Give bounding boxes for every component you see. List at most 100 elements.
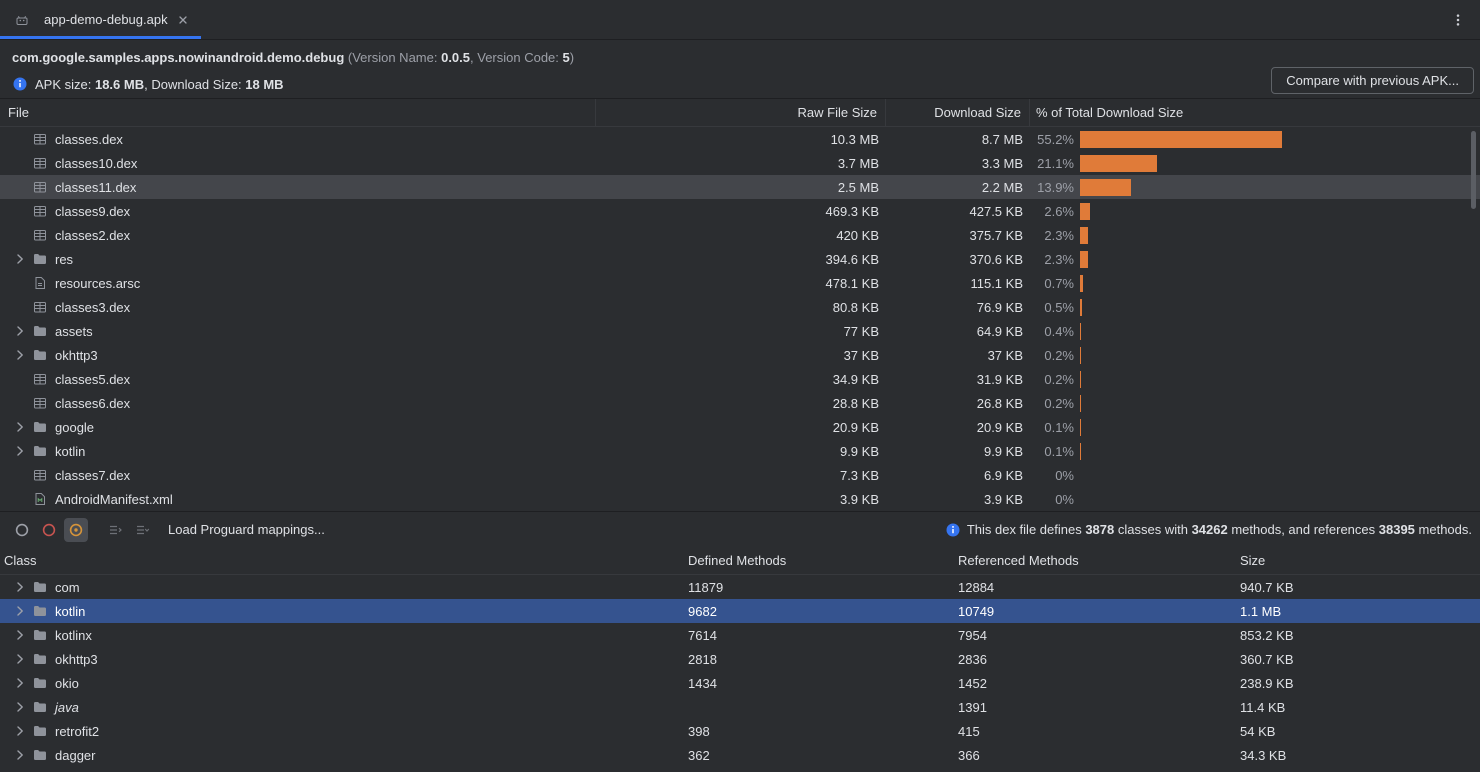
- download-size: 427.5 KB: [886, 204, 1030, 219]
- raw-file-size: 9.9 KB: [596, 444, 886, 459]
- file-table-row[interactable]: classes5.dex34.9 KB31.9 KB0.2%: [0, 367, 1480, 391]
- package-line: com.google.samples.apps.nowinandroid.dem…: [8, 43, 1472, 71]
- column-header-file[interactable]: File: [0, 99, 596, 126]
- file-table-row[interactable]: AndroidManifest.xml3.9 KB3.9 KB0%: [0, 487, 1480, 511]
- expand-all-icon[interactable]: [103, 518, 127, 542]
- download-percent: 55.2%: [1030, 132, 1080, 147]
- dex-icon: [32, 155, 48, 171]
- dex-icon: [32, 395, 48, 411]
- class-table-row[interactable]: okhttp328182836360.7 KB: [0, 647, 1480, 671]
- class-cell: okhttp3: [0, 647, 683, 671]
- file-name: assets: [55, 324, 93, 339]
- chevron-right-icon[interactable]: [12, 603, 32, 619]
- show-references-icon[interactable]: [64, 518, 88, 542]
- file-table-row[interactable]: kotlin9.9 KB9.9 KB0.1%: [0, 439, 1480, 463]
- class-table-row[interactable]: com1187912884940.7 KB: [0, 575, 1480, 599]
- class-table-row[interactable]: java139111.4 KB: [0, 695, 1480, 719]
- chevron-right-icon[interactable]: [12, 675, 32, 691]
- chevron-right-icon[interactable]: [12, 747, 32, 763]
- more-options-icon[interactable]: [1436, 0, 1480, 39]
- file-table-row[interactable]: classes6.dex28.8 KB26.8 KB0.2%: [0, 391, 1480, 415]
- column-header-referenced-methods[interactable]: Referenced Methods: [953, 553, 1235, 568]
- collapse-all-icon[interactable]: [130, 518, 154, 542]
- chevron-right-icon[interactable]: [12, 627, 32, 643]
- referenced-methods: 10749: [953, 604, 1235, 619]
- class-table-header: Class Defined Methods Referenced Methods…: [0, 547, 1480, 575]
- load-proguard-mappings-button[interactable]: Load Proguard mappings...: [168, 522, 325, 537]
- file-table-row[interactable]: assets77 KB64.9 KB0.4%: [0, 319, 1480, 343]
- class-cell: kotlinx: [0, 623, 683, 647]
- file-name: classes7.dex: [55, 468, 130, 483]
- raw-file-size: 20.9 KB: [596, 420, 886, 435]
- package-icon: [32, 579, 48, 595]
- column-header-percent[interactable]: % of Total Download Size: [1030, 99, 1480, 126]
- class-size: 940.7 KB: [1235, 580, 1480, 595]
- class-table-row[interactable]: retrofit239841554 KB: [0, 719, 1480, 743]
- class-table-row[interactable]: kotlinx76147954853.2 KB: [0, 623, 1480, 647]
- column-header-size[interactable]: Size: [1235, 553, 1480, 568]
- file-table-row[interactable]: classes7.dex7.3 KB6.9 KB0%: [0, 463, 1480, 487]
- file-table-row[interactable]: res394.6 KB370.6 KB2.3%: [0, 247, 1480, 271]
- download-percent: 0%: [1030, 468, 1080, 483]
- chevron-right-icon[interactable]: [12, 323, 32, 339]
- compare-apk-button[interactable]: Compare with previous APK...: [1271, 67, 1474, 94]
- raw-file-size: 478.1 KB: [596, 276, 886, 291]
- chevron-right-icon[interactable]: [12, 651, 32, 667]
- class-size: 54 KB: [1235, 724, 1480, 739]
- download-percent: 0%: [1030, 492, 1080, 507]
- file-table-row[interactable]: classes9.dex469.3 KB427.5 KB2.6%: [0, 199, 1480, 223]
- file-table-row[interactable]: classes2.dex420 KB375.7 KB2.3%: [0, 223, 1480, 247]
- file-table-row[interactable]: classes11.dex2.5 MB2.2 MB13.9%: [0, 175, 1480, 199]
- download-percent-bar: [1080, 343, 1480, 367]
- raw-file-size: 469.3 KB: [596, 204, 886, 219]
- file-table-row[interactable]: classes3.dex80.8 KB76.9 KB0.5%: [0, 295, 1480, 319]
- class-table-row[interactable]: dagger36236634.3 KB: [0, 743, 1480, 767]
- file-cell: classes11.dex: [0, 175, 596, 199]
- indent-spacer: [12, 131, 32, 147]
- download-size: 31.9 KB: [886, 372, 1030, 387]
- tab-close-icon[interactable]: [177, 14, 189, 26]
- class-name: okio: [55, 676, 79, 691]
- column-header-defined-methods[interactable]: Defined Methods: [683, 553, 953, 568]
- column-header-raw-size[interactable]: Raw File Size: [596, 99, 886, 126]
- download-percent-bar: [1080, 487, 1480, 511]
- version-name-label: (Version Name:: [344, 50, 441, 65]
- column-header-download-size[interactable]: Download Size: [886, 99, 1030, 126]
- package-icon: [32, 603, 48, 619]
- chevron-right-icon[interactable]: [12, 579, 32, 595]
- dex-icon: [32, 131, 48, 147]
- raw-file-size: 34.9 KB: [596, 372, 886, 387]
- class-table-row[interactable]: okio14341452238.9 KB: [0, 671, 1480, 695]
- download-percent: 2.3%: [1030, 252, 1080, 267]
- class-name: dagger: [55, 748, 95, 763]
- apk-file-icon: [14, 12, 30, 28]
- chevron-right-icon[interactable]: [12, 723, 32, 739]
- chevron-right-icon[interactable]: [12, 699, 32, 715]
- show-fields-icon[interactable]: [10, 518, 34, 542]
- download-size: 20.9 KB: [886, 420, 1030, 435]
- download-size: 64.9 KB: [886, 324, 1030, 339]
- class-size: 1.1 MB: [1235, 604, 1480, 619]
- file-name: resources.arsc: [55, 276, 140, 291]
- class-table-row[interactable]: kotlin9682107491.1 MB: [0, 599, 1480, 623]
- download-percent: 0.1%: [1030, 420, 1080, 435]
- file-table-scrollbar[interactable]: [1471, 131, 1476, 209]
- file-table-row[interactable]: resources.arsc478.1 KB115.1 KB0.7%: [0, 271, 1480, 295]
- chevron-right-icon[interactable]: [12, 347, 32, 363]
- file-table-row[interactable]: classes10.dex3.7 MB3.3 MB21.1%: [0, 151, 1480, 175]
- folder-icon: [32, 419, 48, 435]
- apk-tab[interactable]: app-demo-debug.apk: [0, 0, 201, 39]
- file-cell: classes3.dex: [0, 295, 596, 319]
- package-icon: [32, 675, 48, 691]
- chevron-right-icon[interactable]: [12, 419, 32, 435]
- column-header-class[interactable]: Class: [0, 553, 683, 568]
- file-table-row[interactable]: okhttp337 KB37 KB0.2%: [0, 343, 1480, 367]
- file-cell: assets: [0, 319, 596, 343]
- download-size: 370.6 KB: [886, 252, 1030, 267]
- raw-file-size: 80.8 KB: [596, 300, 886, 315]
- file-table-row[interactable]: google20.9 KB20.9 KB0.1%: [0, 415, 1480, 439]
- file-table-row[interactable]: classes.dex10.3 MB8.7 MB55.2%: [0, 127, 1480, 151]
- chevron-right-icon[interactable]: [12, 443, 32, 459]
- chevron-right-icon[interactable]: [12, 251, 32, 267]
- show-methods-icon[interactable]: [37, 518, 61, 542]
